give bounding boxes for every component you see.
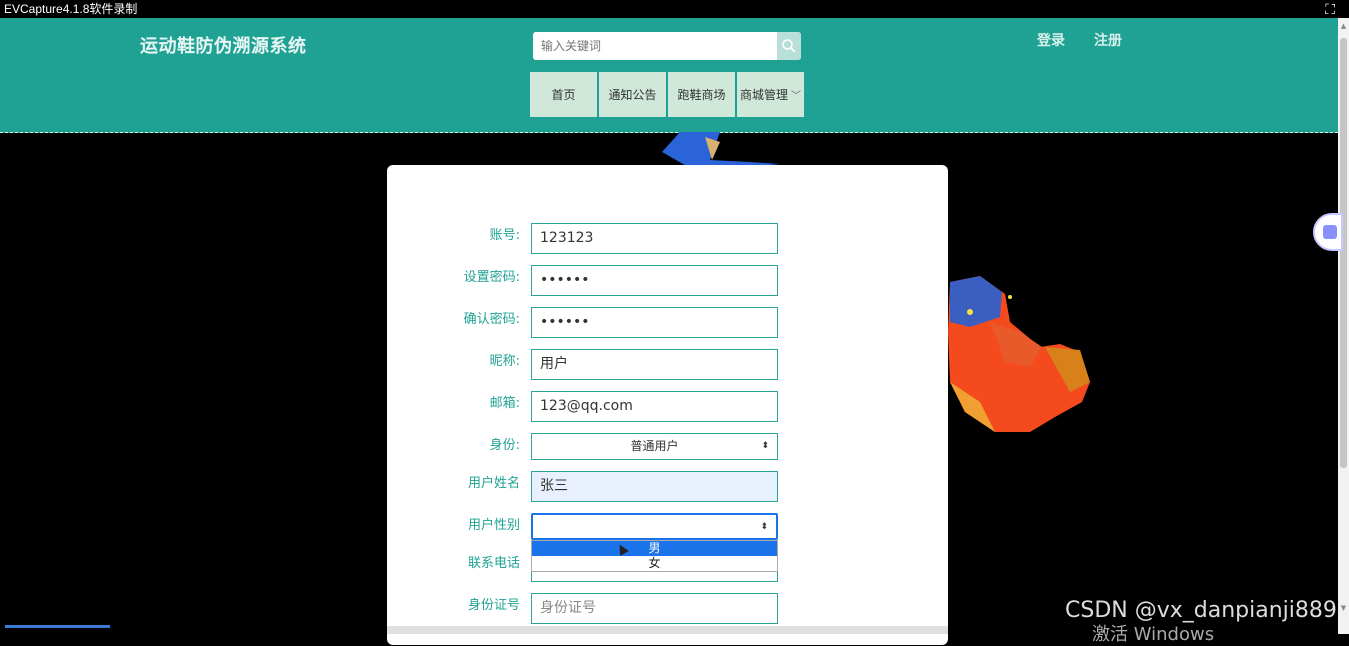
gender-option-female[interactable]: 女 bbox=[532, 556, 777, 571]
recording-title: EVCapture4.1.8软件录制 bbox=[4, 2, 138, 16]
id-number-input[interactable]: 身份证号 bbox=[531, 593, 778, 624]
form-card-bottom bbox=[387, 626, 948, 634]
side-widget-button[interactable] bbox=[1313, 213, 1343, 251]
search-input[interactable] bbox=[533, 32, 773, 60]
gender-option-male[interactable]: 男 bbox=[532, 541, 777, 556]
site-header: 运动鞋防伪溯源系统 登录 注册 首页 通知公告 跑鞋商场 商城管理﹀ bbox=[0, 18, 1338, 133]
nav-item-notices[interactable]: 通知公告 bbox=[599, 72, 666, 117]
nav-item-mall-management[interactable]: 商城管理 ﹀ bbox=[737, 72, 804, 117]
recording-titlebar: EVCapture4.1.8软件录制 ⛶ bbox=[0, 0, 1349, 18]
gender-label: 用户性别 bbox=[467, 518, 520, 533]
user-name-label: 用户姓名 bbox=[467, 476, 520, 491]
account-label: 账号: bbox=[489, 228, 520, 243]
nav-label: 通知公告 bbox=[608, 88, 657, 102]
account-input[interactable]: 123123 bbox=[531, 223, 778, 254]
nickname-input[interactable]: 用户 bbox=[531, 349, 778, 380]
main-nav: 首页 通知公告 跑鞋商场 商城管理 ﹀ bbox=[530, 72, 804, 117]
confirm-password-label: 确认密码: bbox=[463, 312, 520, 327]
nav-label: 商城管理 bbox=[739, 88, 788, 102]
search-icon bbox=[782, 39, 796, 53]
search-button[interactable] bbox=[777, 32, 801, 60]
nav-label: 跑鞋商场 bbox=[677, 88, 726, 102]
phone-label: 联系电话 bbox=[467, 556, 520, 571]
gender-select[interactable]: ⬍ bbox=[531, 513, 778, 540]
password-label: 设置密码: bbox=[463, 270, 520, 285]
scroll-up-icon[interactable]: ▲ bbox=[1339, 22, 1348, 30]
windows-activation-text: 激活 Windows bbox=[1092, 624, 1215, 645]
nickname-label: 昵称: bbox=[489, 354, 520, 369]
chevron-down-icon: ﹀ bbox=[791, 91, 801, 102]
scroll-down-icon[interactable]: ▼ bbox=[1339, 604, 1348, 612]
user-name-input[interactable]: 张三 bbox=[531, 471, 778, 502]
select-arrows-icon: ⬍ bbox=[761, 441, 769, 451]
nav-label: 首页 bbox=[551, 88, 576, 102]
nav-item-shoe-mall[interactable]: 跑鞋商场 bbox=[668, 72, 735, 117]
register-link[interactable]: 注册 bbox=[1094, 30, 1122, 50]
scrollbar-thumb[interactable] bbox=[1340, 38, 1347, 468]
search-box bbox=[533, 32, 801, 60]
gender-dropdown: 男 女 bbox=[531, 540, 778, 572]
confirm-password-input[interactable]: •••••• bbox=[531, 307, 778, 338]
role-select-value: 普通用户 bbox=[630, 439, 679, 453]
document-icon bbox=[1323, 225, 1337, 239]
page-scrollbar[interactable]: ▲ ▼ bbox=[1338, 18, 1349, 634]
nav-item-home[interactable]: 首页 bbox=[530, 72, 597, 117]
email-input[interactable]: 123@qq.com bbox=[531, 391, 778, 422]
password-input[interactable]: •••••• bbox=[531, 265, 778, 296]
email-label: 邮箱: bbox=[489, 396, 520, 411]
select-arrows-icon: ⬍ bbox=[760, 522, 768, 532]
id-number-label: 身份证号 bbox=[467, 598, 520, 613]
login-link[interactable]: 登录 bbox=[1037, 30, 1065, 50]
recording-progress bbox=[5, 625, 110, 628]
role-select[interactable]: 普通用户 ⬍ bbox=[531, 433, 778, 460]
role-label: 身份: bbox=[489, 438, 520, 453]
expand-icon[interactable]: ⛶ bbox=[1325, 1, 1335, 19]
site-title: 运动鞋防伪溯源系统 bbox=[140, 36, 307, 57]
